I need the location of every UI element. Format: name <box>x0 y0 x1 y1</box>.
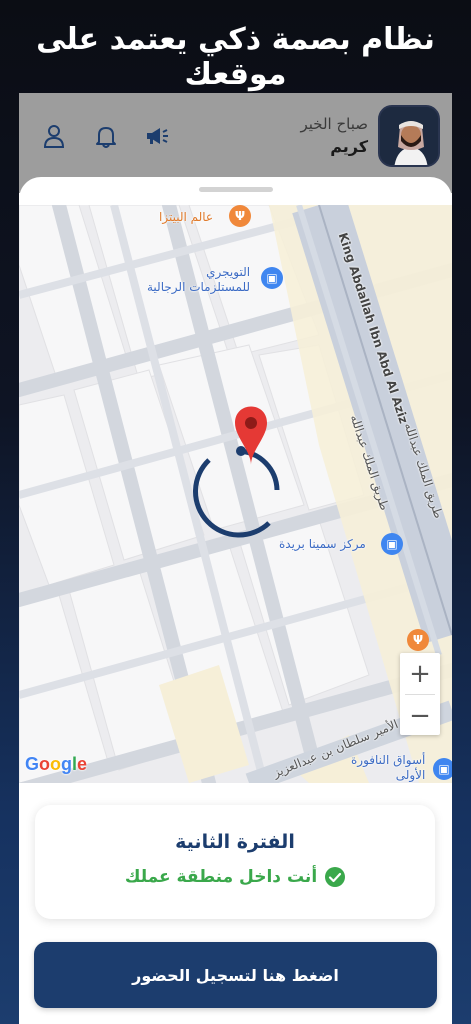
poi-label-semina[interactable]: مركز سمينا بريدة <box>279 537 366 552</box>
shopping-bag-icon[interactable]: ▣ <box>261 267 283 289</box>
map-view[interactable]: عالم البيتزا Ψ التويجري للمستلزمات الرجا… <box>19 205 452 783</box>
zoom-control: + − <box>400 653 440 735</box>
avatar[interactable] <box>378 105 440 167</box>
check-circle-icon <box>325 867 346 887</box>
status-card: الفترة الثانية أنت داخل منطقة عملك <box>35 805 435 919</box>
shopping-bag-icon[interactable]: ▣ <box>381 533 403 555</box>
zoom-in-button[interactable]: + <box>400 653 440 694</box>
checkin-button[interactable]: اضغط هنا لتسجيل الحضور <box>34 942 437 1008</box>
app-screen: صباح الخير كريم عالم البيتزا Ψ التويجري … <box>19 93 452 1024</box>
greeting-block: صباح الخير كريم <box>300 115 368 156</box>
megaphone-icon[interactable] <box>143 123 169 149</box>
poi-label-nafoura[interactable]: أسواق النافورة الأولى <box>351 753 425 783</box>
user-name: كريم <box>330 137 368 156</box>
restaurant-icon[interactable]: Ψ <box>229 205 251 227</box>
zone-status: أنت داخل منطقة عملك <box>35 867 435 887</box>
greeting-text: صباح الخير <box>300 115 368 133</box>
sheet-handle[interactable] <box>199 187 273 192</box>
bell-icon[interactable] <box>93 123 119 149</box>
zoom-out-button[interactable]: − <box>400 695 440 736</box>
google-attribution[interactable]: Google <box>25 754 87 775</box>
zone-status-text: أنت داخل منطقة عملك <box>124 867 318 887</box>
promo-title: نظام بصمة ذكي يعتمد على موقعك <box>36 22 435 92</box>
poi-label-pizza[interactable]: عالم البيتزا <box>159 210 213 225</box>
shopping-bag-icon[interactable]: ▣ <box>433 758 452 780</box>
restaurant-icon[interactable]: Ψ <box>407 629 429 651</box>
period-name: الفترة الثانية <box>175 831 295 853</box>
poi-label-tuwaijri[interactable]: التويجري للمستلزمات الرجالية <box>147 265 250 295</box>
user-icon[interactable] <box>41 123 67 149</box>
bottom-sheet: عالم البيتزا Ψ التويجري للمستلزمات الرجا… <box>19 177 452 1024</box>
avatar-image <box>380 107 438 165</box>
